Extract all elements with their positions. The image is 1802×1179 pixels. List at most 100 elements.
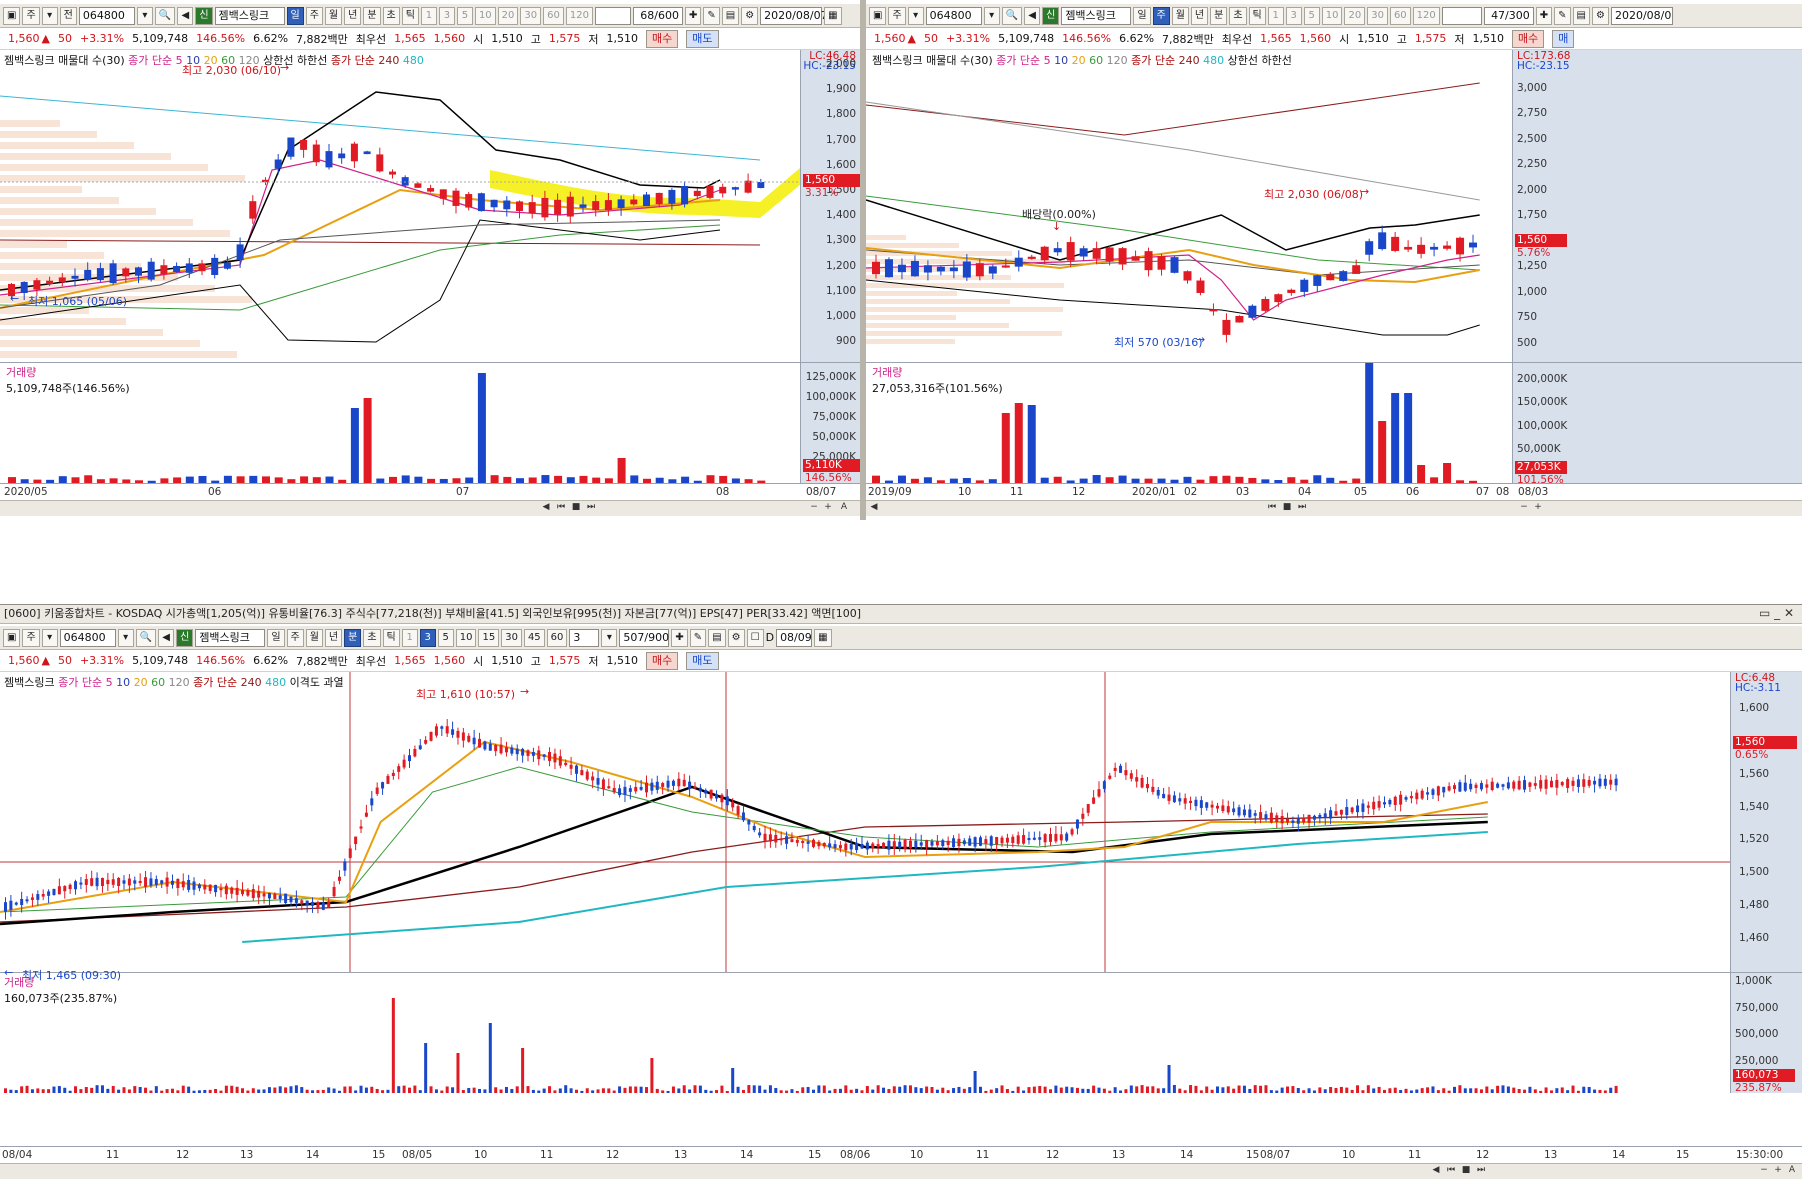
period-minute[interactable]: 분 xyxy=(344,628,362,647)
period-second[interactable]: 초 xyxy=(382,6,400,25)
zoom-out-icon[interactable]: − xyxy=(808,502,820,514)
zoom-in-icon[interactable]: + xyxy=(1772,1165,1784,1177)
date-input[interactable]: 2020/08/0 xyxy=(1610,6,1673,25)
chevron-down-icon[interactable]: ▾ xyxy=(983,6,1000,25)
auto-icon[interactable]: A xyxy=(1786,1165,1798,1177)
period-month[interactable]: 월 xyxy=(305,628,323,647)
date-input[interactable]: 08/09 xyxy=(776,628,813,647)
auto-icon[interactable]: A xyxy=(838,502,850,514)
period-day[interactable]: 일 xyxy=(267,628,285,647)
search-icon[interactable]: 🔍 xyxy=(1001,6,1023,25)
num-60[interactable]: 60 xyxy=(546,628,568,647)
first-icon[interactable]: ⏮ xyxy=(1445,1165,1457,1177)
gear-icon[interactable]: ⚙ xyxy=(741,6,759,25)
crosshair-icon[interactable]: ✚ xyxy=(684,6,702,25)
period-month[interactable]: 월 xyxy=(1171,6,1189,25)
num-1[interactable]: 1 xyxy=(401,628,418,647)
period-year[interactable]: 년 xyxy=(1190,6,1209,25)
sell-button[interactable]: 매도 xyxy=(686,651,719,670)
new-window-icon[interactable]: ▣ xyxy=(869,6,887,25)
period-tick[interactable]: 틱 xyxy=(382,628,400,647)
code-input[interactable]: 064800 xyxy=(78,6,135,25)
scroll-left-icon[interactable]: ◀ xyxy=(868,502,880,514)
first-icon[interactable]: ⏮ xyxy=(555,502,567,514)
num-1[interactable]: 1 xyxy=(1267,6,1284,25)
num-30[interactable]: 30 xyxy=(501,628,522,647)
period-year[interactable]: 년 xyxy=(344,6,362,25)
bottom-price-chart[interactable] xyxy=(0,672,1730,972)
num-10[interactable]: 10 xyxy=(1321,6,1343,25)
first-icon[interactable]: ⏮ xyxy=(1266,502,1278,514)
horizontal-splitter[interactable] xyxy=(0,520,1802,604)
search-icon[interactable]: 🔍 xyxy=(154,6,176,25)
chevron-down-icon[interactable]: ▾ xyxy=(117,628,134,647)
interval-input[interactable]: 3 xyxy=(569,628,600,647)
calendar-icon[interactable]: ▦ xyxy=(814,628,832,647)
blank-select[interactable] xyxy=(1441,6,1482,25)
new-window-icon[interactable]: ▣ xyxy=(3,628,21,647)
num-3[interactable]: 3 xyxy=(438,6,455,25)
type-select[interactable]: 주 xyxy=(888,6,906,25)
sell-button[interactable]: 매도 xyxy=(686,29,719,48)
blank-select[interactable] xyxy=(594,6,631,25)
period-minute[interactable]: 분 xyxy=(363,6,381,25)
num-5[interactable]: 5 xyxy=(437,628,454,647)
code-input[interactable]: 064800 xyxy=(925,6,982,25)
bottom-volume-chart[interactable] xyxy=(0,973,1730,1093)
stop-icon[interactable]: ■ xyxy=(1460,1165,1472,1177)
dropdown-icon[interactable]: ▾ xyxy=(907,6,924,25)
gear-icon[interactable]: ⚙ xyxy=(727,628,745,647)
restore-icon[interactable]: ▭ xyxy=(1759,606,1770,620)
save-icon[interactable]: ▤ xyxy=(721,6,740,25)
dropdown-icon[interactable]: ▾ xyxy=(41,628,58,647)
num-20[interactable]: 20 xyxy=(497,6,519,25)
count-input[interactable]: 68/600 xyxy=(632,6,683,25)
last-icon[interactable]: ⏭ xyxy=(1296,502,1308,514)
num-60[interactable]: 60 xyxy=(1389,6,1411,25)
buy-button[interactable]: 매수 xyxy=(646,651,679,670)
calendar-icon[interactable]: ▦ xyxy=(824,6,842,25)
bottom-scrollbar[interactable]: ◀ ⏮ ■ ⏭ − + A xyxy=(0,1163,1802,1179)
type-select[interactable]: 주 xyxy=(22,628,40,647)
num-10[interactable]: 10 xyxy=(455,628,477,647)
last-icon[interactable]: ⏭ xyxy=(1475,1165,1487,1177)
period-day[interactable]: 일 xyxy=(286,6,304,25)
count-input[interactable]: 47/300 xyxy=(1483,6,1534,25)
num-5[interactable]: 5 xyxy=(456,6,473,25)
num-30[interactable]: 30 xyxy=(520,6,542,25)
speaker-icon[interactable]: ◀ xyxy=(1024,6,1041,25)
num-30[interactable]: 30 xyxy=(1367,6,1388,25)
num-1[interactable]: 1 xyxy=(420,6,437,25)
num-3[interactable]: 3 xyxy=(1285,6,1302,25)
zoom-out-icon[interactable]: − xyxy=(1758,1165,1770,1177)
minimize-icon[interactable]: _ xyxy=(1774,606,1780,620)
save-icon[interactable]: ▤ xyxy=(1572,6,1590,25)
period-week[interactable]: 주 xyxy=(286,628,304,647)
num-10[interactable]: 10 xyxy=(474,6,496,25)
sell-button[interactable]: 매 xyxy=(1552,29,1575,48)
period-tick[interactable]: 틱 xyxy=(401,6,419,25)
crosshair-icon[interactable]: ✚ xyxy=(1535,6,1553,25)
right-price-chart[interactable] xyxy=(866,50,1512,362)
period-minute[interactable]: 분 xyxy=(1210,6,1228,25)
stop-icon[interactable]: ■ xyxy=(570,502,582,514)
period-day[interactable]: 일 xyxy=(1133,6,1151,25)
gear-icon[interactable]: ⚙ xyxy=(1592,6,1609,25)
market-select[interactable]: 전 xyxy=(59,6,77,25)
tool-icon[interactable]: ✎ xyxy=(1554,6,1571,25)
left-scrollbar[interactable]: ◀ ⏮ ■ ⏭ − + A xyxy=(0,500,860,516)
zoom-out-icon[interactable]: − xyxy=(1518,502,1530,514)
count-input[interactable]: 507/900 xyxy=(619,628,670,647)
tool-icon[interactable]: ✎ xyxy=(703,6,720,25)
type-select[interactable]: 주 xyxy=(22,6,40,25)
speaker-icon[interactable]: ◀ xyxy=(158,628,175,647)
num-60[interactable]: 60 xyxy=(543,6,564,25)
num-120[interactable]: 120 xyxy=(565,6,593,25)
period-month[interactable]: 월 xyxy=(324,6,343,25)
d-checkbox[interactable]: ☐ xyxy=(746,628,764,647)
close-icon[interactable]: ✕ xyxy=(1784,606,1794,620)
num-15[interactable]: 15 xyxy=(478,628,500,647)
save-icon[interactable]: ▤ xyxy=(708,628,726,647)
search-icon[interactable]: 🔍 xyxy=(135,628,157,647)
buy-button[interactable]: 매수 xyxy=(1512,29,1545,48)
